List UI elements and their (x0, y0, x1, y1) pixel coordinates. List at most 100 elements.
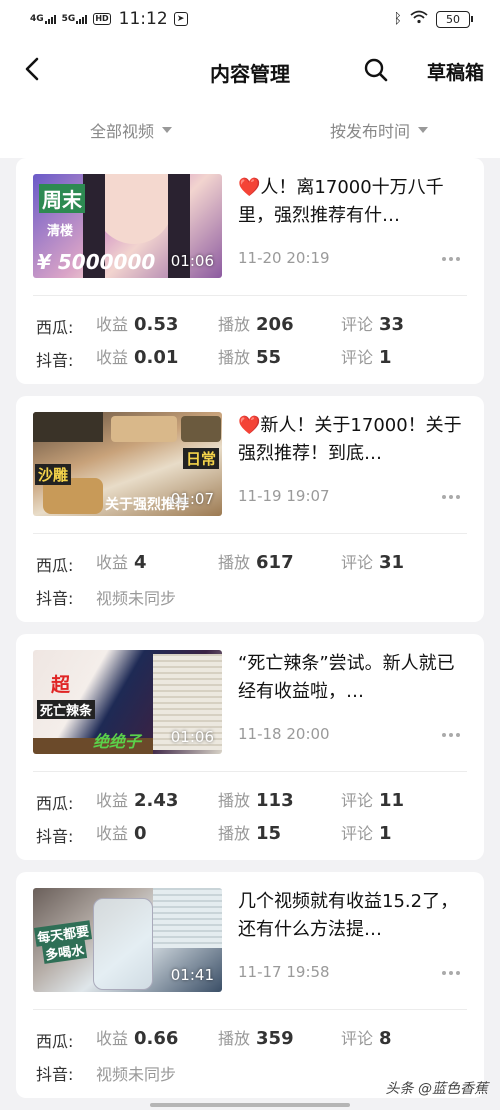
comments-label: 评论 (341, 553, 374, 572)
bluetooth-icon: ᛒ (393, 11, 402, 27)
comments-label: 评论 (341, 315, 374, 334)
heart-icon: ❤️ (238, 177, 261, 198)
thumbnail-caption: 绝绝子 (93, 732, 142, 751)
platform-label: 抖音: (36, 351, 74, 370)
more-options-icon[interactable] (442, 733, 460, 737)
stats-row-xigua: 西瓜: 收益 2.43 播放 113 评论 11 (36, 787, 476, 813)
video-title[interactable]: ❤️人！离17000十万八千里，强烈推荐有什… (238, 174, 466, 230)
not-synced-text: 视频未同步 (96, 589, 177, 608)
comments-value: 1 (379, 347, 392, 368)
signal-4g-icon: 4G (30, 14, 56, 24)
income-label: 收益 (96, 791, 129, 810)
video-title[interactable]: ❤️新人！关于17000！关于强烈推荐！到底… (238, 412, 466, 468)
plays-value: 359 (256, 1028, 294, 1049)
video-title-text: 几个视频就有收益15.2了，还有什么方法提… (238, 891, 459, 940)
plays-value: 15 (256, 823, 282, 844)
telegram-icon: ➤ (173, 12, 188, 26)
income-label: 收益 (96, 553, 129, 572)
video-thumbnail[interactable]: 每天都要 多喝水 01:41 (33, 888, 222, 992)
video-card[interactable]: 超 死亡辣条 绝绝子 01:06 “死亡辣条”尝试。新人就已经有收益啦，… 11… (16, 634, 484, 860)
thumbnail-caption: 周末 (39, 184, 85, 213)
video-card[interactable]: 周末 清楼 ¥ 5000000 01:06 ❤️人！离17000十万八千里，强烈… (16, 158, 484, 384)
comments-label: 评论 (341, 824, 374, 843)
search-icon[interactable] (363, 57, 389, 83)
income-label: 收益 (96, 315, 129, 334)
divider (33, 533, 467, 534)
filter-all-videos[interactable]: 全部视频 (90, 118, 173, 142)
video-title[interactable]: “死亡辣条”尝试。新人就已经有收益啦，… (238, 650, 466, 706)
income-label: 收益 (96, 824, 129, 843)
comments-value: 11 (379, 790, 405, 811)
stats-row-xigua: 西瓜: 收益 0.66 播放 359 评论 8 (36, 1025, 476, 1051)
comments-value: 33 (379, 314, 405, 335)
divider (33, 295, 467, 296)
divider (33, 1009, 467, 1010)
plays-label: 播放 (218, 791, 251, 810)
more-options-icon[interactable] (442, 257, 460, 261)
platform-label: 西瓜: (36, 1032, 74, 1051)
filter-sort[interactable]: 按发布时间 (330, 118, 429, 142)
video-thumbnail[interactable]: 沙雕 日常 关于强烈推荐 01:07 (33, 412, 222, 516)
comments-value: 8 (379, 1028, 392, 1049)
battery-icon: 50 (436, 10, 473, 28)
platform-label: 西瓜: (36, 318, 74, 337)
filter-bar: 全部视频 按发布时间 (0, 100, 500, 158)
wifi-icon (410, 10, 428, 28)
video-duration: 01:41 (170, 966, 214, 984)
video-title-text: 人！离17000十万八千里，强烈推荐有什… (238, 177, 444, 226)
publish-date: 11-20 20:19 (238, 249, 330, 267)
more-options-icon[interactable] (442, 971, 460, 975)
income-value: 4 (134, 552, 147, 573)
thumbnail-caption: 沙雕 (35, 464, 72, 485)
comments-value: 1 (379, 823, 392, 844)
income-label: 收益 (96, 348, 129, 367)
comments-label: 评论 (341, 1029, 374, 1048)
clock: 11:12 (118, 9, 168, 29)
signal-5g-icon: 5G (62, 14, 88, 24)
chevron-down-icon (162, 127, 173, 133)
divider (33, 771, 467, 772)
video-card[interactable]: 沙雕 日常 关于强烈推荐 01:07 ❤️新人！关于17000！关于强烈推荐！到… (16, 396, 484, 622)
video-thumbnail[interactable]: 超 死亡辣条 绝绝子 01:06 (33, 650, 222, 754)
page-title: 内容管理 (210, 62, 290, 86)
plays-label: 播放 (218, 1029, 251, 1048)
income-value: 2.43 (134, 790, 179, 811)
plays-label: 播放 (218, 315, 251, 334)
drafts-button[interactable]: 草稿箱 (427, 58, 484, 85)
platform-label: 抖音: (36, 827, 74, 846)
platform-label: 西瓜: (36, 556, 74, 575)
stats-row-douyin: 抖音: 视频未同步 (36, 582, 476, 608)
comments-value: 31 (379, 552, 405, 573)
income-label: 收益 (96, 1029, 129, 1048)
video-title[interactable]: 几个视频就有收益15.2了，还有什么方法提… (238, 888, 466, 944)
platform-label: 抖音: (36, 1065, 74, 1084)
video-card[interactable]: 每天都要 多喝水 01:41 几个视频就有收益15.2了，还有什么方法提… 11… (16, 872, 484, 1098)
home-indicator[interactable] (150, 1103, 350, 1107)
video-thumbnail[interactable]: 周末 清楼 ¥ 5000000 01:06 (33, 174, 222, 278)
video-title-text: “死亡辣条”尝试。新人就已经有收益啦，… (238, 653, 455, 702)
plays-value: 113 (256, 790, 294, 811)
video-duration: 01:06 (170, 252, 214, 270)
platform-label: 抖音: (36, 589, 74, 608)
status-bar: 4G 5G HD 11:12 ➤ ᛒ 50 (0, 0, 500, 38)
income-value: 0.01 (134, 347, 179, 368)
hd-icon: HD (93, 13, 111, 25)
more-options-icon[interactable] (442, 495, 460, 499)
thumbnail-caption: 死亡辣条 (37, 700, 96, 719)
comments-label: 评论 (341, 348, 374, 367)
thumbnail-caption: 清楼 (47, 224, 74, 239)
comments-label: 评论 (341, 791, 374, 810)
filter-sort-label: 按发布时间 (330, 122, 411, 141)
video-title-text: 新人！关于17000！关于强烈推荐！到底… (238, 415, 462, 464)
heart-icon: ❤️ (238, 415, 261, 436)
publish-date: 11-19 19:07 (238, 487, 330, 505)
income-value: 0 (134, 823, 147, 844)
header: 内容管理 草稿箱 (0, 38, 500, 100)
chevron-down-icon (418, 127, 429, 133)
watermark: 头条 @蓝色香蕉 (385, 1081, 488, 1097)
thumbnail-caption: 日常 (183, 448, 220, 469)
plays-label: 播放 (218, 553, 251, 572)
video-duration: 01:06 (170, 728, 214, 746)
platform-label: 西瓜: (36, 794, 74, 813)
filter-all-videos-label: 全部视频 (90, 122, 155, 141)
